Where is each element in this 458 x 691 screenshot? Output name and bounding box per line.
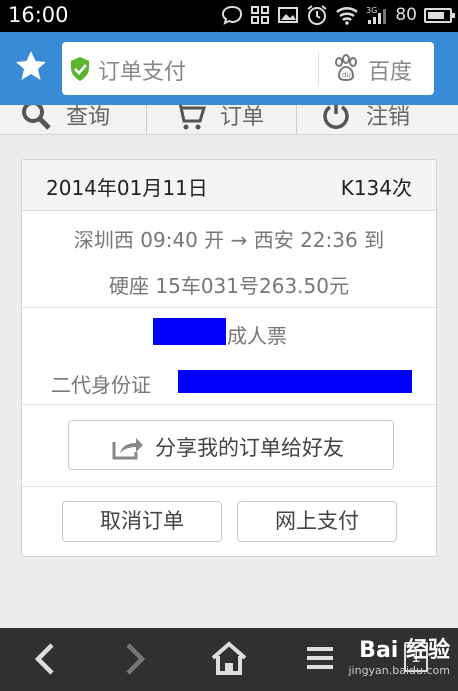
nav-orders-label: 订单 <box>220 105 265 130</box>
browser-header: 订单支付 du 百度 <box>0 32 458 105</box>
address-bar[interactable]: 订单支付 du 百度 <box>62 42 434 95</box>
forward-arrow-icon[interactable] <box>122 642 148 676</box>
share-order-label: 分享我的订单给好友 <box>155 436 344 460</box>
image-icon <box>278 7 299 23</box>
travel-date: 2014年01月11日 <box>46 176 208 200</box>
status-time: 16:00 <box>8 3 69 27</box>
id-type: 二代身份证 <box>51 373 151 397</box>
card-divider <box>22 486 436 487</box>
back-arrow-icon[interactable] <box>32 642 58 676</box>
grid-icon <box>251 6 270 24</box>
home-icon[interactable] <box>210 640 248 676</box>
address-bar-divider <box>318 52 319 85</box>
svg-text:du: du <box>342 71 351 79</box>
nav-logout-label: 注销 <box>366 105 411 130</box>
svg-text:3G: 3G <box>366 6 377 15</box>
train-number: K134次 <box>340 176 412 200</box>
order-card: 2014年01月11日 K134次 深圳西 09:40 开 → 西安 22:36… <box>21 159 437 557</box>
watermark: Bai 经验 jingyan.baidu.com <box>348 632 450 677</box>
alarm-clock-icon <box>307 5 327 25</box>
site-nav-strip: 查询 订单 注销 <box>0 105 458 135</box>
id-number-redacted <box>178 370 412 393</box>
menu-icon[interactable] <box>305 643 335 673</box>
seat-info: 硬座 15车031号263.50元 <box>109 274 349 298</box>
ticket-type: 成人票 <box>227 324 287 348</box>
passenger-name-redacted <box>153 318 226 345</box>
chat-bubble-icon <box>222 5 243 25</box>
signal-3g-icon: 3G <box>366 6 387 24</box>
card-divider <box>22 307 436 308</box>
bookmark-star-icon[interactable] <box>14 49 48 83</box>
nav-query-label: 查询 <box>66 105 111 130</box>
status-icons: 3G 80 <box>221 4 455 26</box>
shopping-cart-icon <box>178 105 206 130</box>
nav-orders[interactable]: 订单 <box>172 105 265 134</box>
share-order-button[interactable]: 分享我的订单给好友 <box>68 420 394 470</box>
search-engine-label[interactable]: 百度 <box>368 54 412 86</box>
cancel-order-button[interactable]: 取消订单 <box>62 501 222 542</box>
magnifier-icon <box>22 105 51 130</box>
baidu-paw-icon[interactable]: du <box>332 54 360 82</box>
security-shield-icon <box>71 57 89 81</box>
browser-toolbar: 1 Bai 经验 jingyan.baidu.com <box>0 628 458 691</box>
battery-icon <box>424 7 455 23</box>
wifi-icon <box>336 7 359 25</box>
watermark-main: Bai 经验 <box>359 638 450 663</box>
watermark-sub: jingyan.baidu.com <box>348 664 450 677</box>
page-title: 订单支付 <box>98 60 187 85</box>
online-pay-button[interactable]: 网上支付 <box>237 501 397 542</box>
share-icon <box>112 438 143 460</box>
nav-separator <box>296 105 297 134</box>
nav-query[interactable]: 查询 <box>20 105 111 134</box>
order-card-header: 2014年01月11日 K134次 <box>22 160 436 211</box>
power-icon <box>323 105 349 129</box>
battery-level: 80 <box>395 5 417 25</box>
nav-separator <box>146 105 147 134</box>
card-divider <box>22 404 436 405</box>
nav-logout[interactable]: 注销 <box>320 105 411 134</box>
status-bar: 16:00 3G 80 <box>0 0 458 32</box>
route-info: 深圳西 09:40 开 → 西安 22:36 到 <box>73 228 385 252</box>
